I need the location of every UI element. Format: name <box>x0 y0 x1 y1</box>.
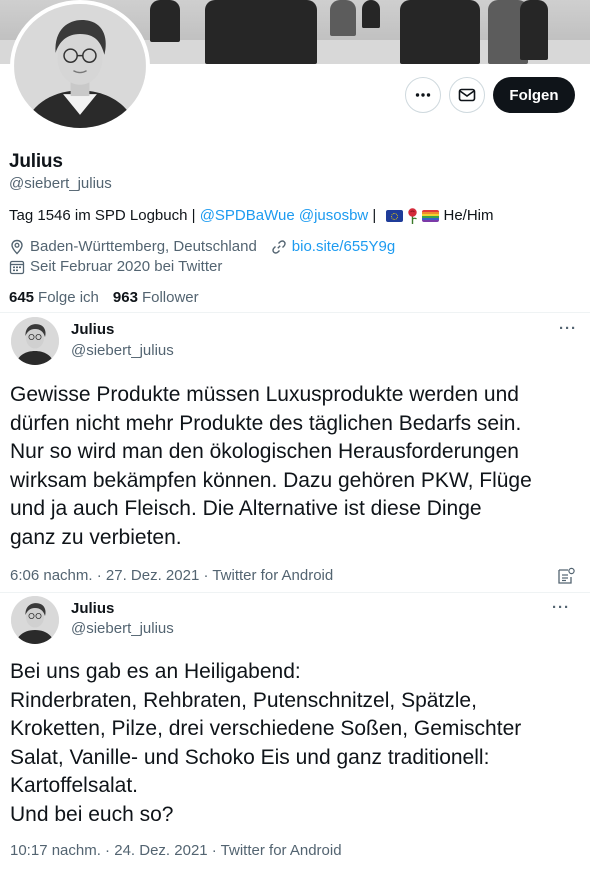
tweet-text: Gewisse Produkte müssen Luxusprodukte we… <box>10 383 532 549</box>
tweet-meta: 10:17 nachm. · 24. Dez. 2021 · Twitter f… <box>10 842 342 859</box>
envelope-icon <box>458 88 476 102</box>
link-icon <box>271 239 287 255</box>
profile-bio: Tag 1546 im SPD Logbuch | @SPDBaWue @jus… <box>9 207 494 224</box>
banner-figure <box>150 0 180 42</box>
banner-figure <box>362 0 380 28</box>
followers-link[interactable]: 963 Follower <box>113 289 199 306</box>
tweet-author-name[interactable]: Julius <box>71 600 114 617</box>
bio-emojis <box>385 207 439 224</box>
profile-location: Baden-Württemberg, Deutschland <box>30 238 257 255</box>
more-options-button[interactable] <box>405 77 441 113</box>
divider <box>0 312 590 313</box>
avatar[interactable] <box>11 596 59 644</box>
rose-icon <box>407 207 417 224</box>
tweet-text: Bei uns gab es an Heiligabend: Rinderbra… <box>10 660 522 826</box>
tweet-meta: 6:06 nachm. · 27. Dez. 2021 · Twitter fo… <box>10 567 334 584</box>
tweet-more-icon[interactable]: ··· <box>559 320 577 337</box>
profile-meta-row: Seit Februar 2020 bei Twitter <box>9 258 222 275</box>
profile-meta-row: Baden-Württemberg, Deutschland bio.site/… <box>9 238 395 255</box>
eu-flag-icon <box>385 209 403 222</box>
following-count: 645 <box>9 289 35 306</box>
banner-figure <box>400 0 480 64</box>
profile-handle: @siebert_julius <box>9 175 112 192</box>
analytics-icon[interactable] <box>557 567 575 585</box>
profile-avatar[interactable] <box>10 0 150 132</box>
rainbow-flag-icon <box>421 209 439 222</box>
banner-figure <box>330 0 356 36</box>
bio-separator: | <box>368 207 381 224</box>
follow-counts: 645 Folge ich 963 Follower <box>9 289 199 306</box>
profile-name: Julius <box>9 151 63 172</box>
tweet-more-icon[interactable]: ··· <box>552 599 570 616</box>
bio-mentions[interactable]: @SPDBaWue @jusosbw <box>200 207 369 224</box>
follow-button[interactable]: Folgen <box>493 77 575 113</box>
following-label: Folge ich <box>38 289 99 306</box>
followers-label: Follower <box>141 289 199 306</box>
bio-text: Tag 1546 im SPD Logbuch | <box>9 207 200 224</box>
following-link[interactable]: 645 Folge ich <box>9 289 99 306</box>
more-horizontal-icon <box>415 93 431 97</box>
tweet-author-name[interactable]: Julius <box>71 321 114 338</box>
avatar[interactable] <box>11 317 59 365</box>
calendar-icon <box>9 259 25 275</box>
tweet-author-handle[interactable]: @siebert_julius <box>71 342 174 359</box>
followers-count: 963 <box>112 289 138 306</box>
location-pin-icon <box>9 239 25 255</box>
banner-figure <box>205 0 317 64</box>
profile-joined-date: Seit Februar 2020 bei Twitter <box>30 258 223 275</box>
message-button[interactable] <box>449 77 485 113</box>
bio-pronouns: He/Him <box>443 207 494 224</box>
tweet-author-handle[interactable]: @siebert_julius <box>71 620 174 637</box>
profile-website-link[interactable]: bio.site/655Y9g <box>292 238 395 255</box>
divider <box>0 592 590 593</box>
banner-figure <box>520 0 548 60</box>
